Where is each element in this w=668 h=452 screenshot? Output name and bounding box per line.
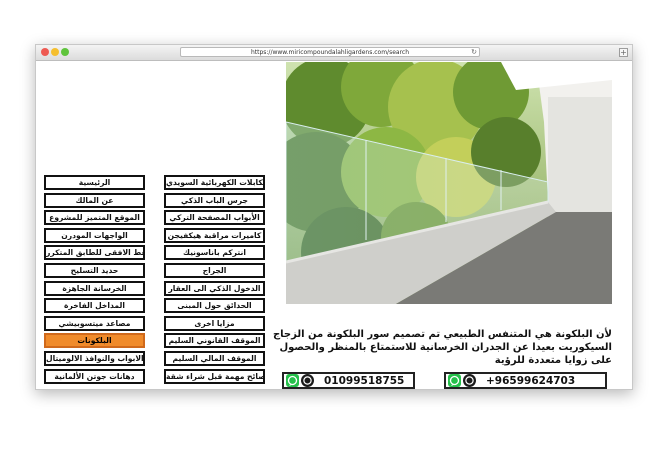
browser-titlebar: https://www.miricompoundalahligardens.co… — [36, 45, 632, 61]
menu-button[interactable]: الخرسانة الجاهزة — [44, 280, 145, 296]
menu-button[interactable]: المداخل الفاخرة — [44, 298, 145, 314]
new-tab-button[interactable]: + — [619, 48, 628, 57]
menu-button[interactable]: الدخول الذكي الى العقار — [164, 280, 265, 296]
menu-button[interactable]: الواجهات المودرن — [44, 227, 145, 243]
menu-button[interactable]: حديد التسليح — [44, 263, 145, 278]
menu-button[interactable]: عن المالك — [44, 192, 145, 208]
address-url: https://www.miricompoundalahligardens.co… — [250, 49, 410, 56]
menu-button[interactable]: الابواب والنوافذ الالوميتال — [44, 351, 145, 366]
balcony-illustration — [286, 62, 612, 304]
menu-button[interactable]: انتركم باناسونيك — [164, 245, 265, 261]
menu-button[interactable]: دهانات جوتن الألمانية — [44, 368, 145, 384]
whatsapp-call-icon[interactable] — [463, 374, 476, 387]
menu-button[interactable]: مزايا اخرى — [164, 315, 265, 331]
contact-phone-2[interactable]: +96599624703 — [444, 372, 607, 389]
whatsapp-call-icon[interactable] — [301, 374, 314, 387]
contact-phone-1[interactable]: 01099518755 — [282, 372, 415, 389]
browser-window: https://www.miricompoundalahligardens.co… — [35, 44, 633, 390]
menu-button[interactable]: الرئيسية — [44, 175, 145, 190]
menu-button[interactable]: الحدائق حول المبنى — [164, 298, 265, 314]
menu-button[interactable]: البلكونات — [44, 333, 145, 349]
menu-button[interactable]: مصاعد ميتسوبيشي — [44, 315, 145, 331]
menu-button[interactable]: الكابلات الكهربائية السويدي — [164, 175, 265, 190]
menu-button[interactable]: الموقف القانوني السليم — [164, 333, 265, 349]
phone-number[interactable]: 01099518755 — [324, 375, 404, 387]
reload-icon[interactable]: ↻ — [471, 48, 477, 57]
balcony-hero-image — [286, 62, 612, 304]
phone-number[interactable]: +96599624703 — [486, 375, 575, 387]
menu-button[interactable]: كاميرات مراقبة هيكفيجن — [164, 227, 265, 243]
menu-button[interactable]: المسقط الافقى للطابق المتكرر — [44, 245, 145, 261]
close-window-button[interactable] — [41, 48, 49, 56]
whatsapp-icon[interactable] — [448, 374, 461, 387]
maximize-window-button[interactable] — [61, 48, 69, 56]
minimize-window-button[interactable] — [51, 48, 59, 56]
whatsapp-icon[interactable] — [286, 374, 299, 387]
menu-button[interactable]: جرس الباب الذكي — [164, 192, 265, 208]
menu-button[interactable]: الموقف المالي السليم — [164, 351, 265, 366]
address-bar[interactable]: https://www.miricompoundalahligardens.co… — [180, 47, 480, 57]
menu-button[interactable]: الجراج — [164, 263, 265, 278]
menu-button[interactable]: الأبواب المصفحة التركي — [164, 210, 265, 226]
balcony-description: لأن البلكونة هي المتنفس الطبيعي تم تصميم… — [272, 329, 612, 366]
menu-button[interactable]: الموقع المتميز للمشروع — [44, 210, 145, 226]
menu-button[interactable]: نصائح مهمة قبل شراء شقة — [164, 368, 265, 384]
